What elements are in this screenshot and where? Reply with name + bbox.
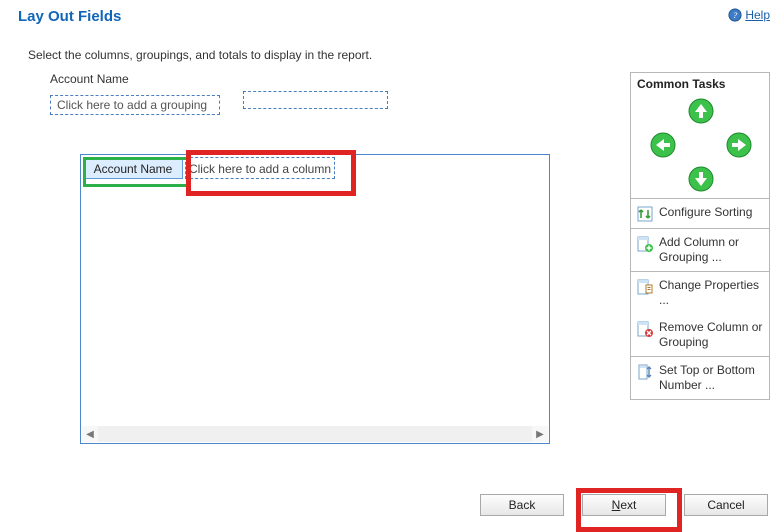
common-tasks-panel: Common Tasks [630, 72, 770, 399]
task-label: Configure Sorting [659, 205, 763, 220]
move-up-button[interactable] [687, 97, 715, 125]
add-column-icon [637, 236, 653, 252]
sort-icon [637, 206, 653, 222]
help-label: Help [745, 8, 770, 22]
move-right-button[interactable] [725, 131, 753, 159]
hscroll-left-icon[interactable]: ◀ [82, 426, 98, 442]
task-label: Change Properties ... [659, 278, 763, 308]
column-header-text: Account Name [94, 162, 173, 176]
move-down-button[interactable] [687, 165, 715, 193]
task-set-top-bottom[interactable]: Set Top or Bottom Number ... [631, 357, 769, 399]
empty-grouping-box[interactable] [243, 91, 388, 109]
report-canvas: Account Name Click here to add a column … [80, 154, 550, 444]
topn-icon [637, 364, 653, 380]
remove-column-icon [637, 321, 653, 337]
task-configure-sorting[interactable]: Configure Sorting [631, 199, 769, 228]
common-tasks-title: Common Tasks [631, 73, 769, 93]
add-column-box[interactable]: Click here to add a column [185, 157, 335, 179]
back-label: Back [509, 498, 536, 512]
svg-text:?: ? [733, 10, 738, 20]
move-arrows [631, 93, 769, 198]
back-button[interactable]: Back [480, 494, 564, 516]
task-label: Set Top or Bottom Number ... [659, 363, 763, 393]
instruction-text: Select the columns, groupings, and total… [0, 34, 784, 62]
active-field-label: Account Name [50, 72, 550, 86]
task-add-column[interactable]: Add Column or Grouping ... [631, 229, 769, 271]
help-icon: ? [728, 8, 742, 22]
add-grouping-text: Click here to add a grouping [57, 98, 207, 112]
hscroll-right-icon[interactable]: ▶ [532, 426, 548, 442]
task-label: Remove Column or Grouping [659, 320, 763, 350]
help-link[interactable]: ? Help [728, 8, 770, 22]
hscrollbar[interactable]: ◀ ▶ [82, 426, 548, 442]
layout-area: Account Name Click here to add a groupin… [50, 72, 550, 115]
task-change-properties[interactable]: Change Properties ... [631, 272, 769, 314]
wizard-footer: Back Next Cancel [480, 494, 768, 516]
properties-icon [637, 279, 653, 295]
task-remove-column[interactable]: Remove Column or Grouping [631, 314, 769, 356]
task-label: Add Column or Grouping ... [659, 235, 763, 265]
add-column-text: Click here to add a column [189, 162, 331, 176]
add-grouping-box[interactable]: Click here to add a grouping [50, 95, 220, 115]
cancel-button[interactable]: Cancel [684, 494, 768, 516]
page-title: Lay Out Fields [18, 8, 121, 25]
column-header-account-name[interactable]: Account Name [83, 157, 183, 179]
cancel-label: Cancel [707, 498, 744, 512]
move-left-button[interactable] [649, 131, 677, 159]
next-label-rest: ext [620, 498, 636, 512]
next-button[interactable]: Next [582, 494, 666, 516]
